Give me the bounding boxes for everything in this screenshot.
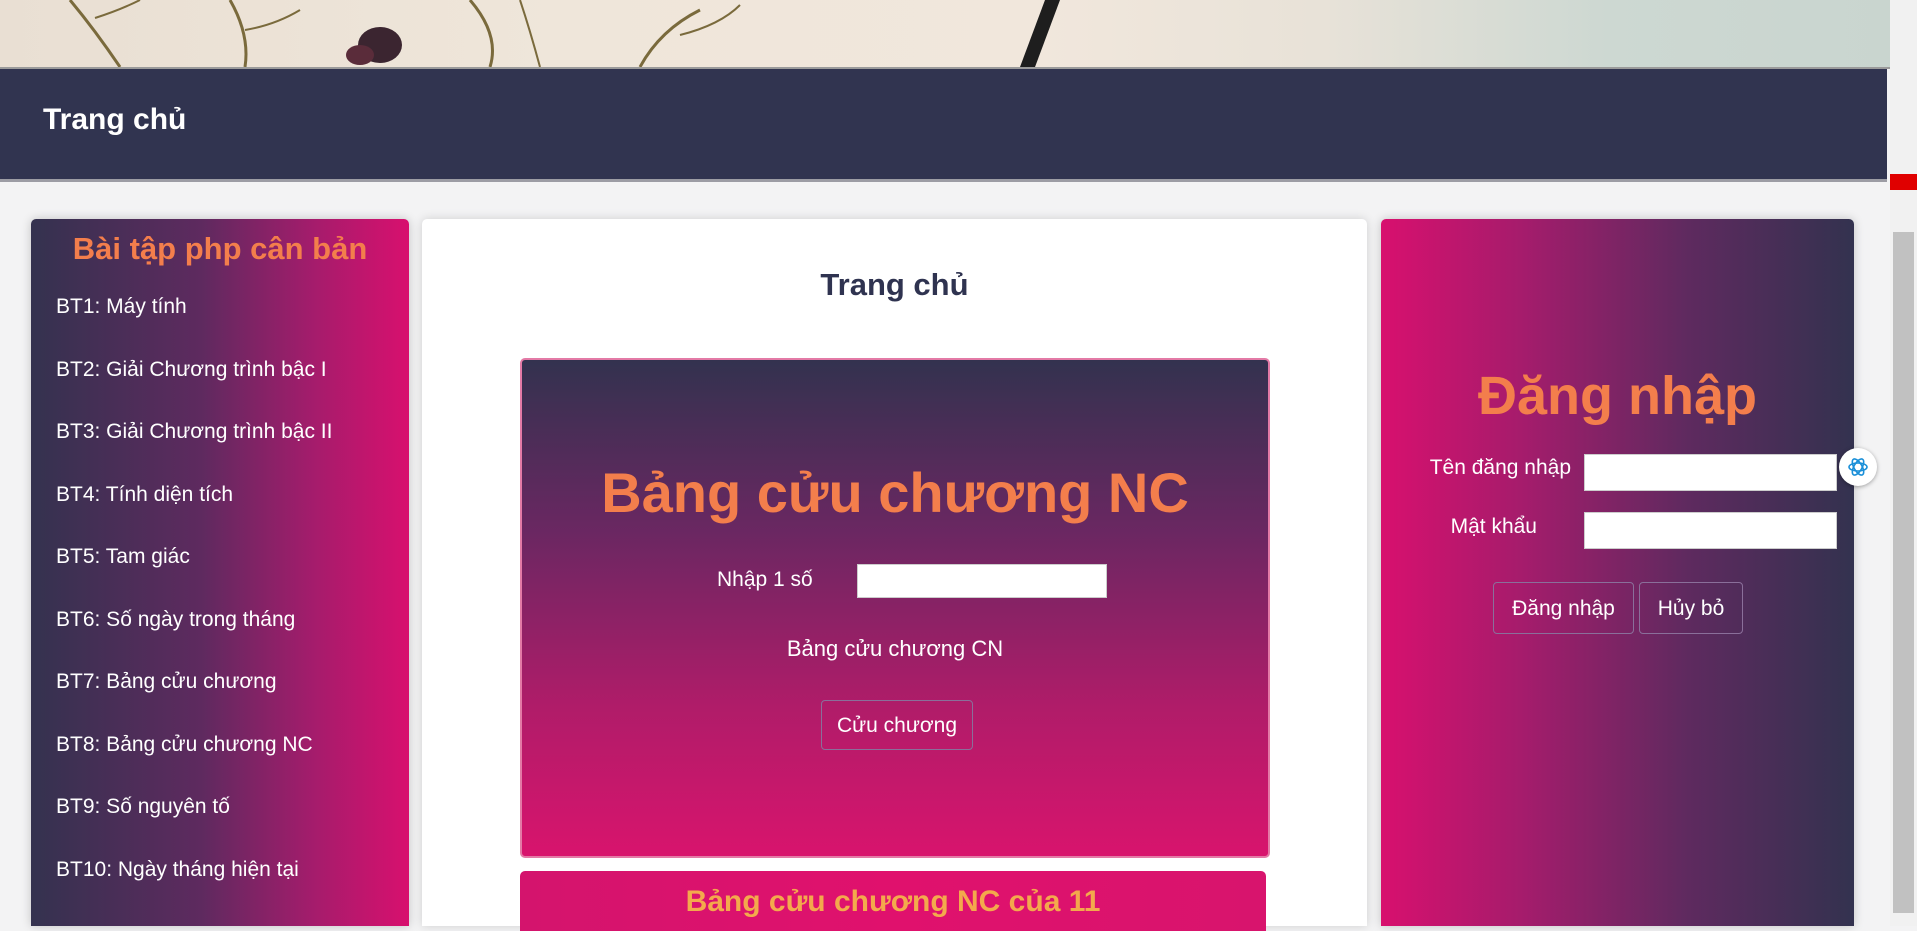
scrollbar-marker [1890, 174, 1917, 190]
banner-decoration [68, 0, 1060, 67]
number-input[interactable] [857, 564, 1107, 598]
assistant-glyph [1848, 458, 1868, 476]
sidebar-item-bt9[interactable]: BT9: Số nguyên tố [56, 795, 230, 819]
login-panel: Đăng nhập Tên đăng nhập Mật khẩu Đăng nh… [1381, 219, 1854, 926]
login-submit-button[interactable]: Đăng nhập [1493, 582, 1634, 634]
sidebar: Bài tập php cân bản BT1: Máy tính BT2: G… [31, 219, 409, 926]
result-title: Bảng cửu chương NC của 11 [685, 885, 1101, 918]
multiplication-submit-button[interactable]: Cửu chương [821, 700, 973, 750]
main-content: Trang chủ Bảng cửu chương NC Nhập 1 số B… [422, 219, 1367, 931]
password-input[interactable] [1584, 512, 1837, 549]
sidebar-item-bt4[interactable]: BT4: Tính diện tích [56, 483, 233, 507]
sidebar-item-bt10[interactable]: BT10: Ngày tháng hiện tại [56, 858, 299, 882]
sidebar-title: Bài tập php cân bản [72, 231, 368, 266]
login-title: Đăng nhập [1478, 366, 1757, 426]
top-navbar: Trang chủ [0, 69, 1887, 182]
result-panel: Bảng cửu chương NC của 11 [520, 871, 1266, 931]
multiplication-form: Bảng cửu chương NC Nhập 1 số Bảng cửu ch… [520, 358, 1270, 858]
openai-assistant-icon[interactable] [1839, 448, 1877, 486]
sidebar-item-bt8[interactable]: BT8: Bảng cửu chương NC [56, 733, 313, 757]
page-title: Trang chủ [820, 267, 969, 302]
sidebar-item-bt7[interactable]: BT7: Bảng cửu chương [56, 670, 277, 694]
sidebar-item-bt1[interactable]: BT1: Máy tính [56, 295, 187, 319]
nav-home-link[interactable]: Trang chủ [43, 103, 186, 137]
page-scrollbar[interactable] [1890, 0, 1917, 926]
sidebar-item-bt2[interactable]: BT2: Giải Chương trình bậc I [56, 358, 327, 382]
header-banner-image [0, 0, 1890, 69]
form-heading: Bảng cửu chương NC [601, 461, 1189, 524]
login-cancel-button[interactable]: Hủy bỏ [1639, 582, 1743, 634]
username-label: Tên đăng nhập [1429, 456, 1571, 479]
number-input-label: Nhập 1 số [717, 568, 813, 591]
sidebar-item-bt5[interactable]: BT5: Tam giác [56, 545, 190, 569]
username-input[interactable] [1584, 454, 1837, 491]
sidebar-item-bt6[interactable]: BT6: Số ngày trong tháng [56, 608, 295, 632]
scrollbar-thumb[interactable] [1893, 232, 1914, 913]
sidebar-item-bt3[interactable]: BT3: Giải Chương trình bậc II [56, 420, 332, 444]
password-label: Mật khẩu [1450, 515, 1537, 538]
form-subtitle: Bảng cửu chương CN [786, 636, 1004, 661]
